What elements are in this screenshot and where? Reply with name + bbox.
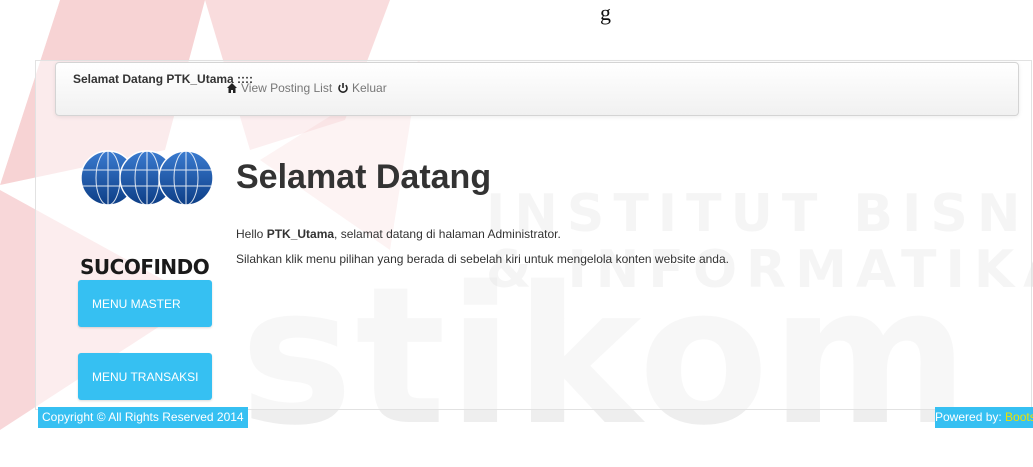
username: PTK_Utama bbox=[266, 227, 335, 241]
watermark-top-fragment: g bbox=[600, 0, 611, 25]
view-posting-list-label: View Posting List bbox=[241, 81, 333, 95]
menu-master-button[interactable]: MENU MASTER bbox=[78, 280, 212, 327]
home-icon bbox=[226, 82, 238, 94]
copyright-text: Copyright © All Rights Reserved 2014 bbox=[38, 407, 248, 428]
top-navbar: Selamat Datang PTK_Utama :::: View Posti… bbox=[55, 62, 1019, 116]
logout-label: Keluar bbox=[352, 81, 387, 95]
greeting-text: Hello PTK_Utama, selamat datang di halam… bbox=[236, 227, 561, 241]
menu-transaksi-button[interactable]: MENU TRANSAKSI bbox=[78, 353, 212, 400]
logout-link[interactable]: Keluar bbox=[337, 81, 387, 95]
bootstrap-link[interactable]: Bootstrap bbox=[1005, 410, 1033, 424]
page-title: Selamat Datang bbox=[236, 158, 492, 196]
greeting-suffix: , selamat datang di halaman Administrato… bbox=[334, 227, 561, 241]
instruction-text: Silahkan klik menu pilihan yang berada d… bbox=[236, 252, 729, 266]
sucofindo-logo-text: SUCOFINDO bbox=[80, 255, 210, 279]
view-posting-list-link[interactable]: View Posting List bbox=[226, 81, 332, 95]
power-icon bbox=[337, 82, 349, 94]
powered-by-text: Powered by: Bootstrap bbox=[935, 407, 1033, 428]
powered-prefix: Powered by: bbox=[935, 410, 1006, 424]
greeting-prefix: Hello bbox=[236, 227, 267, 241]
